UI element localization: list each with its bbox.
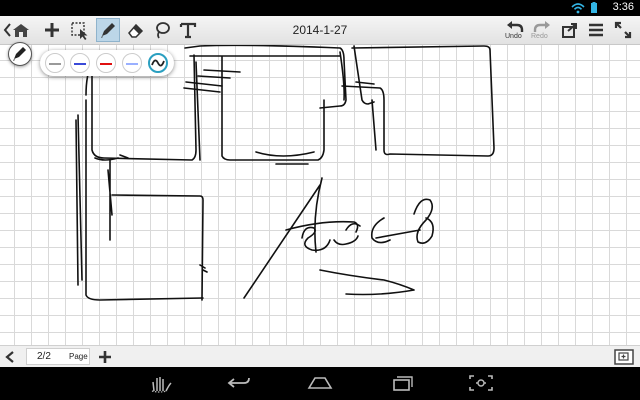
swatch-color [100, 63, 112, 65]
pen-color-palette [40, 50, 174, 76]
fullscreen-button[interactable] [611, 18, 635, 42]
redo-icon [533, 21, 550, 32]
ink-stroke [319, 269, 415, 296]
back-icon[interactable] [226, 373, 252, 393]
status-time: 3:36 [612, 1, 634, 13]
recent-apps-icon[interactable] [389, 373, 415, 393]
pen-icon [13, 47, 26, 61]
pen-settings-button[interactable] [8, 42, 32, 66]
ink-strokes [75, 45, 495, 301]
pen-swatch-red[interactable] [96, 53, 116, 73]
toolbar: 2014-1-27 Undo Redo [0, 16, 640, 45]
page-indicator: 2/2 [37, 351, 51, 362]
add-page-icon[interactable] [98, 350, 112, 364]
ink-stroke [353, 45, 375, 105]
add-button[interactable] [40, 18, 64, 42]
pen-swatch-blue[interactable] [70, 53, 90, 73]
ink-stroke [413, 198, 434, 244]
swatch-color [74, 63, 86, 65]
status-icons [571, 2, 597, 14]
back-chevron-icon [3, 23, 11, 37]
undo-icon [507, 21, 524, 32]
text-tool-button[interactable] [176, 18, 200, 42]
screenshot-icon[interactable] [468, 373, 494, 393]
share-icon [562, 23, 577, 38]
select-tool-button[interactable] [68, 18, 92, 42]
page-label: Page [69, 352, 88, 361]
page-indicator-box[interactable]: 2/2 Page [26, 348, 90, 365]
ink-stroke [75, 114, 113, 286]
ink-stroke [255, 151, 315, 165]
eraser-icon [128, 23, 144, 38]
ink-stroke [189, 55, 341, 161]
pen-swatch-light-blue[interactable] [122, 53, 142, 73]
menu-button[interactable] [584, 18, 608, 42]
ink-stroke [111, 194, 208, 301]
ink-stroke [341, 45, 495, 157]
page-bar: 2/2 Page [0, 345, 640, 368]
select-icon [71, 22, 88, 40]
ink-stroke [85, 54, 204, 301]
share-button[interactable] [558, 18, 582, 42]
battery-icon [591, 2, 597, 13]
system-nav-bar [0, 367, 640, 400]
ink-stroke [371, 99, 377, 151]
swatch-color [49, 63, 61, 65]
zoom-page-icon[interactable] [614, 349, 634, 365]
lasso-icon [156, 22, 170, 39]
ink-stroke [285, 220, 359, 233]
ink-stroke [183, 69, 241, 93]
drawing-canvas[interactable] [0, 45, 640, 345]
palm-rejection-icon[interactable] [147, 373, 173, 393]
pen-icon [101, 23, 115, 38]
undo-label: Undo [505, 33, 522, 40]
home-icon [13, 24, 29, 37]
home-nav-icon[interactable] [307, 373, 333, 393]
redo-label: Redo [531, 33, 548, 40]
eraser-tool-button[interactable] [124, 18, 148, 42]
prev-page-icon[interactable] [5, 351, 15, 363]
lasso-tool-button[interactable] [150, 18, 174, 42]
add-icon [45, 23, 59, 37]
swatch-color [126, 63, 138, 65]
pen-swatch-stroke-style[interactable] [148, 53, 168, 73]
stroke-curve-icon [151, 59, 165, 67]
back-home-button[interactable] [2, 18, 34, 42]
pen-tool-button[interactable] [96, 18, 120, 42]
ink-stroke [243, 177, 323, 299]
wifi-icon [571, 3, 585, 14]
fullscreen-icon [614, 21, 632, 39]
pen-swatch-gray[interactable] [45, 53, 65, 73]
menu-icon [589, 23, 603, 37]
status-bar: 3:36 [0, 0, 640, 16]
text-icon [179, 22, 197, 39]
